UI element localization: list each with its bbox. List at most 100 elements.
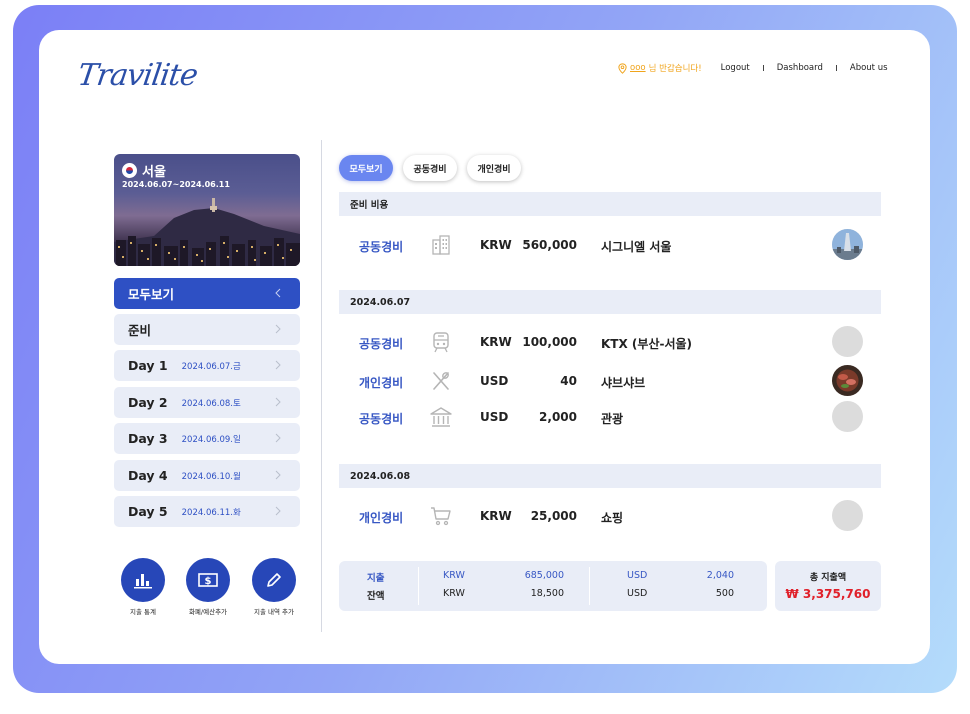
spent-currency-usd: USD xyxy=(627,570,648,581)
expense-currency: KRW xyxy=(480,509,512,523)
train-icon xyxy=(433,332,449,353)
expense-row[interactable]: 공동경비 KRW 100,000 KTX (부산-서울) xyxy=(339,324,881,360)
greeting-text: 님 반갑습니다! xyxy=(648,64,702,74)
menu-item-day3[interactable]: Day 3 2024.06.09.일 xyxy=(114,423,300,454)
expense-description: 시그니엘 서울 xyxy=(601,240,672,254)
total-spent-box: 총 지출액 ₩ 3,375,760 xyxy=(775,561,881,611)
empty-thumbnail[interactable] xyxy=(832,401,863,432)
empty-thumbnail[interactable] xyxy=(832,326,863,357)
nav-separator xyxy=(762,65,764,71)
expense-amount: 40 xyxy=(560,374,577,388)
balance-amount-usd: 500 xyxy=(715,588,734,599)
add-currency-button-label: 화폐/예산추가 xyxy=(188,608,228,616)
tab-all[interactable]: 모두보기 xyxy=(339,155,393,181)
menu-item-day2[interactable]: Day 2 2024.06.08.토 xyxy=(114,387,300,418)
expense-type: 공동경비 xyxy=(359,412,404,426)
menu-item-label: Day 2 xyxy=(128,395,168,410)
balance-currency-usd: USD xyxy=(627,588,648,599)
menu-item-label: Day 4 xyxy=(128,468,168,483)
spent-label: 지출 xyxy=(367,573,385,584)
add-expense-button-circle[interactable] xyxy=(252,558,296,602)
expense-description: 관광 xyxy=(601,412,624,426)
nav-separator xyxy=(835,65,837,71)
expense-currency: USD xyxy=(480,374,509,388)
menu-item-prep[interactable]: 준비 xyxy=(114,314,300,345)
chevron-right-icon xyxy=(275,433,281,443)
expense-amount: 560,000 xyxy=(522,238,577,252)
spent-currency-krw: KRW xyxy=(443,570,465,581)
expense-type: 공동경비 xyxy=(359,240,404,254)
museum-icon xyxy=(430,407,452,427)
empty-thumbnail[interactable] xyxy=(832,500,863,531)
expense-row[interactable]: 공동경비 KRW 560,000 시그니엘 서울 xyxy=(339,227,881,263)
location-pin-icon xyxy=(618,62,627,74)
stats-button[interactable]: 지출 통계 xyxy=(113,558,173,616)
expense-row[interactable]: 개인경비 KRW 25,000 쇼핑 xyxy=(339,498,881,534)
menu-item-date: 2024.06.10.월 xyxy=(181,471,241,482)
username-link[interactable]: ooo xyxy=(630,63,646,73)
app-logo[interactable]: Travilite xyxy=(76,58,200,93)
expense-row[interactable]: 개인경비 USD 40 샤브샤브 xyxy=(339,363,881,399)
menu-item-label: 모두보기 xyxy=(128,287,175,302)
add-currency-button[interactable]: $ 화폐/예산추가 xyxy=(178,558,238,616)
city-skyline-image xyxy=(114,198,300,266)
tower-photo-thumbnail[interactable] xyxy=(832,229,863,260)
utensils-icon xyxy=(433,372,449,390)
spending-summary: 지출 잔액 KRW 685,000 KRW 18,500 USD 2,040 U… xyxy=(339,561,767,611)
balance-label: 잔액 xyxy=(367,591,385,602)
expense-row[interactable]: 공동경비 USD 2,000 관광 xyxy=(339,399,881,435)
chevron-right-icon xyxy=(275,470,281,480)
balance-currency-krw: KRW xyxy=(443,588,465,599)
top-nav: ooo 님 반갑습니다! Logout Dashboard About us xyxy=(618,62,888,74)
menu-item-label: Day 1 xyxy=(128,358,168,373)
stats-button-circle[interactable] xyxy=(121,558,165,602)
tab-personal[interactable]: 개인경비 xyxy=(467,155,521,181)
balance-amount-krw: 18,500 xyxy=(530,588,564,599)
city-card[interactable]: 서울 2024.06.07~2024.06.11 xyxy=(114,154,300,266)
menu-item-day4[interactable]: Day 4 2024.06.10.월 xyxy=(114,460,300,491)
menu-item-day5[interactable]: Day 5 2024.06.11.화 xyxy=(114,496,300,527)
expense-amount: 2,000 xyxy=(539,410,577,424)
svg-text:$: $ xyxy=(205,576,212,587)
expense-description: 샤브샤브 xyxy=(601,376,646,390)
about-us-link[interactable]: About us xyxy=(850,63,888,73)
greeting: ooo 님 반갑습니다! xyxy=(618,62,702,74)
section-header: 2024.06.07 xyxy=(339,290,881,314)
menu-item-label: Day 3 xyxy=(128,431,168,446)
building-icon xyxy=(432,235,450,255)
expense-currency: USD xyxy=(480,410,509,424)
expense-description: KTX (부산-서울) xyxy=(601,337,693,351)
expense-currency: KRW xyxy=(480,335,512,349)
money-icon: $ xyxy=(198,573,218,587)
chevron-left-icon xyxy=(275,288,281,298)
add-expense-button-label: 지출 내역 추가 xyxy=(253,608,294,616)
expense-amount: 25,000 xyxy=(530,509,577,523)
menu-item-date: 2024.06.11.화 xyxy=(181,507,241,518)
add-expense-button[interactable]: 지출 내역 추가 xyxy=(244,558,304,616)
spent-amount-krw: 685,000 xyxy=(524,570,564,581)
menu-item-date: 2024.06.09.일 xyxy=(181,434,241,445)
summary-divider xyxy=(589,567,590,605)
expense-type: 개인경비 xyxy=(359,511,404,525)
chevron-right-icon xyxy=(275,360,281,370)
menu-item-all[interactable]: 모두보기 xyxy=(114,278,300,309)
menu-item-date: 2024.06.08.토 xyxy=(181,398,241,409)
add-currency-button-circle[interactable]: $ xyxy=(186,558,230,602)
menu-item-day1[interactable]: Day 1 2024.06.07.금 xyxy=(114,350,300,381)
city-title: 서울 xyxy=(122,161,166,180)
tab-shared[interactable]: 공동경비 xyxy=(403,155,457,181)
food-photo-thumbnail[interactable] xyxy=(832,365,863,396)
spent-amount-usd: 2,040 xyxy=(706,570,734,581)
expense-currency: KRW xyxy=(480,238,512,252)
chevron-right-icon xyxy=(275,397,281,407)
section-header: 준비 비용 xyxy=(339,192,881,216)
bar-chart-icon xyxy=(134,574,152,589)
cart-icon xyxy=(431,507,451,526)
pencil-icon xyxy=(267,573,281,587)
logout-link[interactable]: Logout xyxy=(721,63,750,73)
section-header: 2024.06.08 xyxy=(339,464,881,488)
chevron-right-icon xyxy=(275,324,281,334)
dashboard-link[interactable]: Dashboard xyxy=(777,63,823,73)
korea-flag-icon xyxy=(122,163,137,178)
trip-dates: 2024.06.07~2024.06.11 xyxy=(122,180,230,189)
